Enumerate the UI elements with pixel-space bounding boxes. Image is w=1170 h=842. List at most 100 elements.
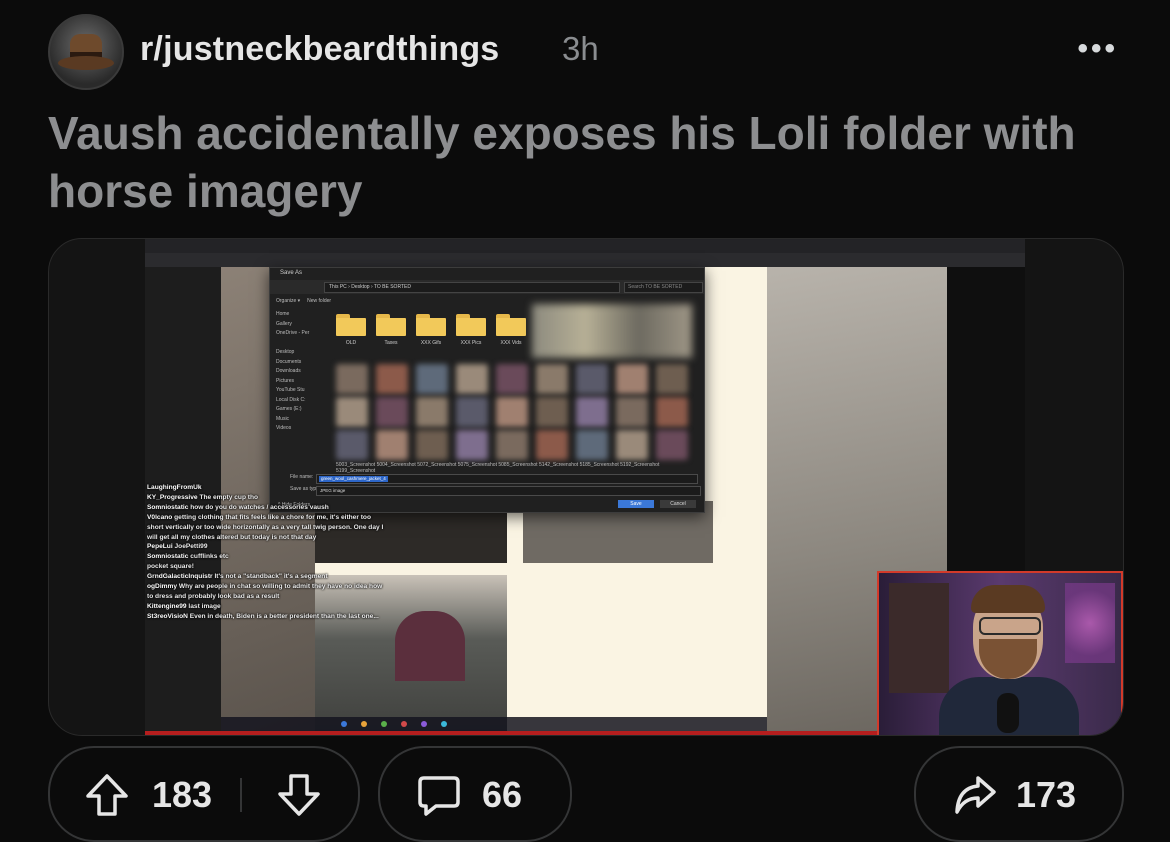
blurred-thumbnail[interactable] (456, 397, 488, 427)
post-age: 3h (562, 30, 599, 67)
blurred-thumbnail[interactable] (496, 364, 528, 394)
chat-user: Kittengine99 (147, 602, 187, 610)
chat-text: cufflinks etc (190, 553, 229, 561)
blurred-thumbnail[interactable] (616, 430, 648, 460)
upvote-count: 183 (152, 774, 213, 815)
organize-button[interactable]: Organize ▾ (276, 298, 300, 304)
chat-user: KY_Progressive (147, 493, 198, 501)
file-name-label: File name: (290, 474, 314, 480)
chat-text: JoePetti99 (174, 543, 208, 551)
blurred-thumbnail[interactable] (536, 430, 568, 460)
webcam-neon-light (1065, 583, 1115, 663)
sidebar-item[interactable]: Local Disk C: (276, 396, 322, 406)
taskbar-app-icon[interactable] (401, 721, 407, 727)
file-label: 5075_Screenshot (457, 462, 497, 468)
blurred-thumbnail[interactable] (656, 397, 688, 427)
blurred-thumbnail[interactable] (416, 397, 448, 427)
blurred-thumbnail[interactable] (656, 364, 688, 394)
blurred-thumbnail[interactable] (656, 430, 688, 460)
taskbar-app-icon[interactable] (421, 721, 427, 727)
folder-icon[interactable]: XXX Pics (456, 314, 486, 346)
chat-user: LaughingFromUk (147, 484, 202, 491)
chat-message: LaughingFromUk (147, 483, 387, 493)
blurred-thumbnail[interactable] (336, 430, 368, 460)
file-labels: 5003_Screenshot 5004_Screenshot 5072_Scr… (336, 462, 692, 474)
sidebar-item[interactable]: Gallery (276, 320, 322, 330)
sidebar-item[interactable]: Videos (276, 424, 322, 434)
taskbar-app-icon[interactable] (341, 721, 347, 727)
chat-user: St3reoVisioN (147, 612, 188, 620)
sidebar-item[interactable]: Downloads (276, 367, 322, 377)
comment-icon (416, 772, 462, 818)
upvote-icon[interactable] (84, 772, 130, 818)
chat-text: pocket square! (147, 563, 194, 571)
folder-label: OLD (345, 340, 357, 346)
chat-message: GrndGalacticInquistr It's not a "standba… (147, 572, 387, 582)
stream-chat: LaughingFromUk KY_Progressive The empty … (147, 483, 387, 622)
blurred-thumbnail[interactable] (616, 397, 648, 427)
folder-icon[interactable]: OLD (336, 314, 366, 346)
chat-message: KY_Progressive The empty cup tho (147, 493, 387, 503)
more-icon[interactable]: ••• (1077, 32, 1118, 66)
blurred-thumbnail[interactable] (416, 430, 448, 460)
browser-tab-bar (145, 239, 1025, 253)
blurred-thumbnail[interactable] (576, 430, 608, 460)
vote-pill: 183 (48, 746, 360, 842)
sidebar-item[interactable]: Music (276, 415, 322, 425)
post-media[interactable]: Save As This PC › Desktop › TO BE SORTED… (48, 238, 1124, 736)
subreddit-name[interactable]: r/justneckbeardthings (140, 30, 499, 69)
blurred-thumbnail[interactable] (376, 364, 408, 394)
downvote-icon[interactable] (276, 772, 322, 818)
sidebar-item[interactable]: Documents (276, 358, 322, 368)
vote-divider (240, 778, 242, 812)
blurred-thumbnail[interactable] (376, 430, 408, 460)
folder-label: Taxes (384, 340, 398, 346)
blurred-thumbnail[interactable] (336, 364, 368, 394)
chat-message: pocket square! (147, 562, 387, 572)
blurred-thumbnail[interactable] (456, 364, 488, 394)
sidebar-item[interactable]: OneDrive - Per (276, 329, 322, 339)
comment-button[interactable]: 66 (378, 746, 572, 842)
chat-message: PepeLui JoePetti99 (147, 542, 387, 552)
blurred-thumbnail[interactable] (536, 364, 568, 394)
microphone-icon (997, 693, 1019, 733)
blurred-thumbnail[interactable] (496, 430, 528, 460)
share-button[interactable]: 173 (914, 746, 1124, 842)
taskbar-app-icon[interactable] (381, 721, 387, 727)
post-title[interactable]: Vaush accidentally exposes his Loli fold… (48, 104, 1108, 220)
sidebar-item[interactable]: YouTube Stu (276, 386, 322, 396)
chat-message: St3reoVisioN Even in death, Biden is a b… (147, 612, 387, 622)
dialog-toolbar: Organize ▾ New folder (276, 298, 331, 304)
blurred-thumbnail[interactable] (456, 430, 488, 460)
chat-message: ogDimmy Why are people in chat so willin… (147, 582, 387, 602)
folder-icon[interactable]: Taxes (376, 314, 406, 346)
chat-message: Somniostatic cufflinks etc (147, 552, 387, 562)
blurred-thumbnail[interactable] (336, 397, 368, 427)
sidebar-item[interactable]: Home (276, 310, 322, 320)
folder-icon[interactable]: XXX Vids (496, 314, 526, 346)
cancel-button[interactable]: Cancel (660, 500, 696, 508)
chat-message: Somniostatic how do you do watches / acc… (147, 503, 387, 513)
chat-text: The empty cup tho (199, 493, 259, 501)
taskbar-app-icon[interactable] (441, 721, 447, 727)
blurred-thumbnail[interactable] (536, 397, 568, 427)
subreddit-avatar[interactable] (48, 14, 124, 90)
chat-user: ogDimmy (147, 583, 178, 591)
new-folder-button[interactable]: New folder (307, 298, 331, 304)
blurred-thumbnail[interactable] (616, 364, 648, 394)
blurred-thumbnail[interactable] (376, 397, 408, 427)
dialog-search[interactable]: Search TO BE SORTED (624, 282, 703, 293)
sidebar-item[interactable]: Games (E:) (276, 405, 322, 415)
taskbar-app-icon[interactable] (361, 721, 367, 727)
blurred-thumbnail[interactable] (576, 397, 608, 427)
sidebar-item[interactable]: Pictures (276, 377, 322, 387)
blurred-thumbnail[interactable] (416, 364, 448, 394)
blurred-thumbnail[interactable] (576, 364, 608, 394)
save-button[interactable]: Save (618, 500, 654, 508)
file-name-value: green_wool_cashmere_jacket_4 (319, 476, 388, 482)
folder-icon[interactable]: XXX Gifs (416, 314, 446, 346)
sidebar-item[interactable]: Desktop (276, 348, 322, 358)
sidebar-item[interactable] (276, 339, 322, 349)
dialog-path[interactable]: This PC › Desktop › TO BE SORTED (324, 282, 620, 293)
blurred-thumbnail[interactable] (496, 397, 528, 427)
